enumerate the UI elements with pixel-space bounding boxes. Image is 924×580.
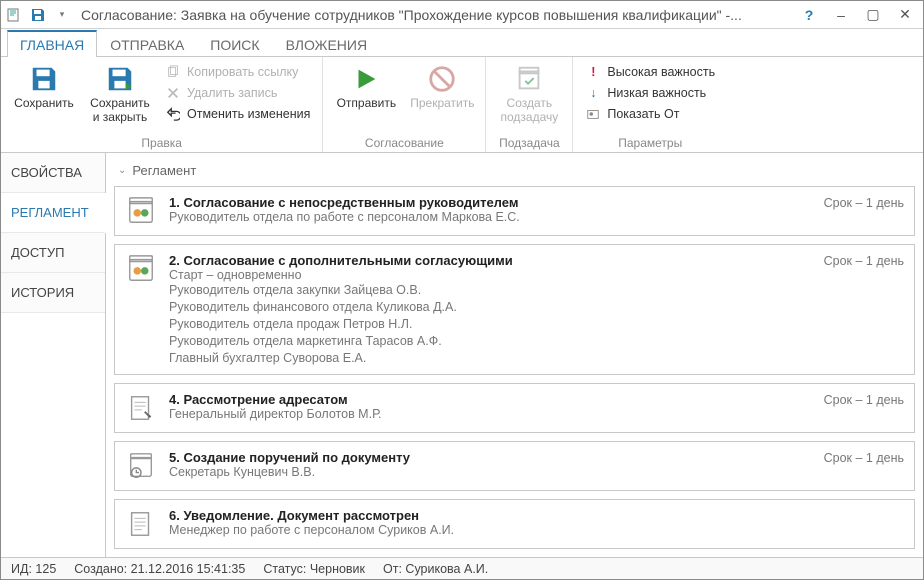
status-bar: ИД: 125 Создано: 21.12.2016 15:41:35 Ста… — [1, 557, 923, 579]
tab-send[interactable]: ОТПРАВКА — [97, 31, 197, 57]
window-title: Согласование: Заявка на обучение сотрудн… — [81, 7, 795, 23]
workflow-step[interactable]: 5. Создание поручений по документуСекрет… — [114, 441, 915, 491]
status-created: Создано: 21.12.2016 15:41:35 — [74, 562, 245, 576]
steps-list: 1. Согласование с непосредственным руков… — [114, 186, 915, 549]
group-label-edit: Правка — [9, 134, 314, 150]
step-info: Менеджер по работе с персоналом Суриков … — [169, 523, 892, 537]
save-close-icon — [104, 63, 136, 95]
sidetab-properties[interactable]: СВОЙСТВА — [1, 153, 105, 193]
side-tabs: СВОЙСТВА РЕГЛАМЕНТ ДОСТУП ИСТОРИЯ — [1, 153, 106, 557]
low-priority-button[interactable]: ↓ Низкая важность — [581, 84, 719, 102]
content: СВОЙСТВА РЕГЛАМЕНТ ДОСТУП ИСТОРИЯ ⌄ Регл… — [1, 153, 923, 557]
stop-icon — [426, 63, 458, 95]
chevron-down-icon: ⌄ — [118, 165, 126, 176]
step-title: 5. Создание поручений по документу — [169, 450, 812, 465]
status-status: Статус: Черновик — [263, 562, 365, 576]
sidetab-reglament[interactable]: РЕГЛАМЕНТ — [1, 193, 106, 233]
workflow-step[interactable]: 4. Рассмотрение адресатомГенеральный дир… — [114, 383, 915, 433]
tab-attachments[interactable]: ВЛОЖЕНИЯ — [273, 31, 381, 57]
close-button[interactable]: ✕ — [891, 5, 919, 25]
ribbon-tabs: ГЛАВНАЯ ОТПРАВКА ПОИСК ВЛОЖЕНИЯ — [1, 29, 923, 57]
tab-main[interactable]: ГЛАВНАЯ — [7, 30, 97, 57]
workflow-step[interactable]: 2. Согласование с дополнительными соглас… — [114, 244, 915, 375]
section-header[interactable]: ⌄ Регламент — [114, 159, 915, 186]
step-title: 6. Уведомление. Документ рассмотрен — [169, 508, 892, 523]
step-title: 4. Рассмотрение адресатом — [169, 392, 812, 407]
participant-line: Руководитель отдела продаж Петров Н.Л. — [169, 316, 812, 333]
tab-search[interactable]: ПОИСК — [197, 31, 272, 57]
high-priority-button[interactable]: ! Высокая важность — [581, 63, 719, 81]
help-button[interactable]: ? — [795, 5, 823, 25]
play-icon — [350, 63, 382, 95]
show-from-button[interactable]: Показать От — [581, 105, 719, 123]
quick-access-toolbar: ▾ — [5, 6, 71, 24]
participant-line: Главный бухгалтер Суворова Е.А. — [169, 350, 812, 367]
save-icon — [28, 63, 60, 95]
stop-button[interactable]: Прекратить — [407, 61, 477, 113]
minimize-button[interactable]: – — [827, 5, 855, 25]
participant-line: Руководитель отдела маркетинга Тарасов А… — [169, 333, 812, 350]
send-button[interactable]: Отправить — [331, 61, 401, 113]
step-icon — [125, 508, 157, 540]
step-info: Генеральный директор Болотов М.Р. — [169, 407, 812, 421]
step-icon — [125, 195, 157, 227]
create-subtask-button[interactable]: Создать подзадачу — [494, 61, 564, 127]
group-label-subtask: Подзадача — [494, 134, 564, 150]
delete-icon — [165, 85, 181, 101]
undo-changes-button[interactable]: Отменить изменения — [161, 105, 314, 123]
step-title: 2. Согласование с дополнительными соглас… — [169, 253, 812, 268]
group-label-params: Параметры — [581, 134, 719, 150]
workflow-step[interactable]: 1. Согласование с непосредственным руков… — [114, 186, 915, 236]
link-icon — [165, 64, 181, 80]
workflow-step[interactable]: 6. Уведомление. Документ рассмотренМенед… — [114, 499, 915, 549]
window-controls: ? – ▢ ✕ — [795, 5, 919, 25]
participant-line: Руководитель финансового отдела Куликова… — [169, 299, 812, 316]
arrow-down-icon: ↓ — [585, 85, 601, 101]
step-icon — [125, 392, 157, 424]
delete-record-button[interactable]: Удалить запись — [161, 84, 314, 102]
save-button[interactable]: Сохранить — [9, 61, 79, 113]
status-from: От: Сурикова А.И. — [383, 562, 488, 576]
ribbon-group-subtask: Создать подзадачу Подзадача — [486, 57, 573, 152]
participant-line: Руководитель отдела закупки Зайцева О.В. — [169, 282, 812, 299]
step-info: Секретарь Кунцевич В.В. — [169, 465, 812, 479]
ribbon: Сохранить Сохранить и закрыть Копировать… — [1, 57, 923, 153]
qat-refresh-button[interactable] — [5, 6, 23, 24]
group-label-approval: Согласование — [331, 134, 477, 150]
status-id: ИД: 125 — [11, 562, 56, 576]
maximize-button[interactable]: ▢ — [859, 5, 887, 25]
ribbon-group-params: ! Высокая важность ↓ Низкая важность Пок… — [573, 57, 727, 152]
step-info: Руководитель отдела по работе с персонал… — [169, 210, 812, 224]
step-info: Старт – одновременно — [169, 268, 812, 282]
qat-save-button[interactable] — [29, 6, 47, 24]
step-term: Срок – 1 день — [824, 450, 904, 465]
step-term: Срок – 1 день — [824, 253, 904, 268]
titlebar: ▾ Согласование: Заявка на обучение сотру… — [1, 1, 923, 29]
step-term: Срок – 1 день — [824, 195, 904, 210]
undo-icon — [165, 106, 181, 122]
step-icon — [125, 253, 157, 285]
step-title: 1. Согласование с непосредственным руков… — [169, 195, 812, 210]
ribbon-group-approval: Отправить Прекратить Согласование — [323, 57, 486, 152]
person-icon — [585, 106, 601, 122]
step-icon — [125, 450, 157, 482]
exclamation-icon: ! — [585, 64, 601, 80]
sidetab-access[interactable]: ДОСТУП — [1, 233, 105, 273]
save-close-button[interactable]: Сохранить и закрыть — [85, 61, 155, 127]
main-panel: ⌄ Регламент 1. Согласование с непосредст… — [106, 153, 923, 557]
copy-link-button[interactable]: Копировать ссылку — [161, 63, 314, 81]
step-term: Срок – 1 день — [824, 392, 904, 407]
ribbon-group-edit: Сохранить Сохранить и закрыть Копировать… — [1, 57, 323, 152]
subtask-icon — [513, 63, 545, 95]
sidetab-history[interactable]: ИСТОРИЯ — [1, 273, 105, 313]
qat-dropdown[interactable]: ▾ — [53, 6, 71, 24]
